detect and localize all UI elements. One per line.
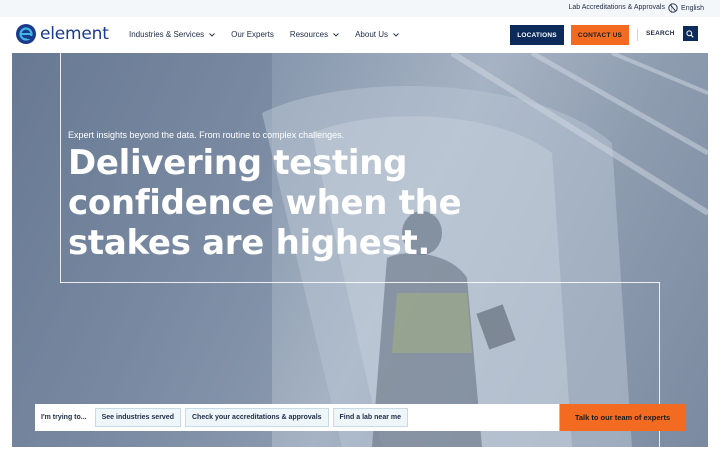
nav-label: Our Experts (231, 30, 274, 39)
logo-wordmark: element (40, 24, 109, 44)
search-button[interactable] (682, 26, 698, 41)
language-label: English (681, 4, 704, 12)
hero-title: Delivering testing confidence when the s… (68, 143, 462, 263)
nav-about-us[interactable]: About Us (355, 30, 399, 39)
nav-label: About Us (355, 30, 388, 39)
chevron-down-icon (333, 32, 339, 37)
globe-icon (668, 3, 678, 13)
utility-bar: Lab Accreditations & Approvals English (0, 0, 720, 17)
search-control[interactable]: SEARCH (646, 26, 698, 41)
check-accreditations-button[interactable]: Check your accreditations & approvals (184, 408, 329, 427)
lab-accreditations-link[interactable]: Lab Accreditations & Approvals (568, 4, 665, 11)
chevron-down-icon (393, 32, 399, 37)
talk-to-experts-button[interactable]: Talk to our team of experts (560, 404, 685, 431)
decorative-frame-line (60, 282, 660, 283)
language-selector[interactable]: English (668, 3, 704, 13)
find-lab-near-me-button[interactable]: Find a lab near me (332, 408, 408, 427)
nav-industries-services[interactable]: Industries & Services (129, 30, 215, 39)
site-header: element Industries & Services Our Expert… (0, 17, 720, 53)
hero-banner: Expert insights beyond the data. From ro… (12, 53, 708, 447)
intent-bar: I'm trying to... See industries served C… (35, 404, 559, 431)
main-nav: Industries & Services Our Experts Resour… (129, 30, 399, 39)
contact-us-button[interactable]: CONTACT US (571, 25, 629, 45)
element-logo[interactable]: element (16, 24, 109, 44)
header-divider (637, 29, 638, 41)
search-label: SEARCH (646, 30, 675, 37)
decorative-frame-line (60, 53, 61, 283)
chevron-down-icon (209, 32, 215, 37)
nav-label: Resources (289, 30, 329, 39)
element-logo-icon (16, 24, 36, 44)
search-icon (686, 29, 694, 38)
nav-label: Industries & Services (129, 30, 205, 39)
see-industries-served-button[interactable]: See industries served (94, 408, 181, 427)
intent-prompt: I'm trying to... (41, 414, 87, 421)
hero-subtitle: Expert insights beyond the data. From ro… (68, 130, 345, 140)
nav-resources[interactable]: Resources (290, 30, 339, 39)
locations-button[interactable]: LOCATIONS (510, 25, 564, 45)
nav-our-experts[interactable]: Our Experts (231, 30, 274, 39)
